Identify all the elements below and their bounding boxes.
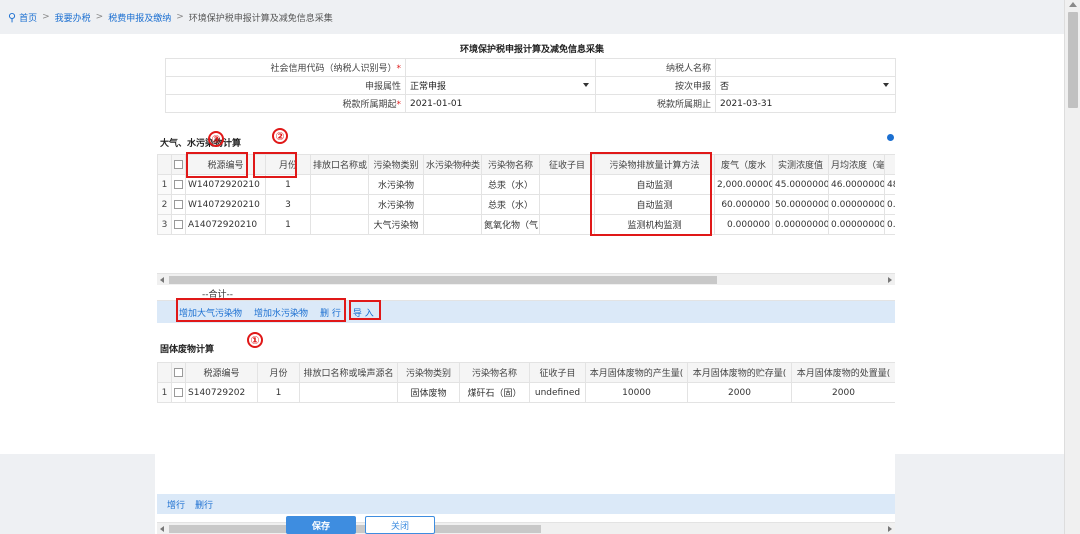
page-scrollbar-thumb[interactable] <box>1068 12 1078 108</box>
col-outlet-or-noise-source: 排放口名称或噪声源名 <box>299 362 398 383</box>
period-start-field[interactable]: 2021-01-01 <box>405 94 596 113</box>
save-button[interactable]: 保存 <box>286 516 356 534</box>
form-title: 环境保护税申报计算及减免信息采集 <box>459 45 604 55</box>
table-row[interactable]: 1 S140729202 1 固体废物 煤矸石（固） undefined 100… <box>157 382 895 403</box>
col-pollutant-category: 污染物类别 <box>368 154 424 175</box>
col-sub-item: 征收子目 <box>529 362 586 383</box>
scroll-right-arrow-icon[interactable] <box>888 277 892 283</box>
annotation-box-month <box>253 152 297 178</box>
col-month: 月份 <box>257 362 300 383</box>
breadcrumb-home[interactable]: 首页 <box>19 11 37 24</box>
annotation-marker-2: ② <box>272 128 288 144</box>
period-start-label: 税款所属期起* <box>165 94 406 113</box>
annotation-marker-3: ③ <box>208 131 224 147</box>
annotation-box-add-buttons <box>176 298 346 322</box>
taxpayer-info-table: 社会信用代码（纳税人识别号）* 纳税人名称 申报属性 正常申报 按次申报 否 税… <box>165 58 896 113</box>
row-checkbox[interactable] <box>174 387 183 397</box>
col-source-id: 税源编号 <box>185 362 258 383</box>
taxpayer-name-label: 纳税人名称 <box>595 58 716 77</box>
solid-waste-hscrollbar[interactable] <box>157 522 895 534</box>
breadcrumb-separator: > <box>95 12 104 22</box>
declare-attr-select[interactable]: 正常申报 <box>405 76 596 95</box>
close-button[interactable]: 关闭 <box>365 516 435 534</box>
air-water-hscrollbar[interactable] <box>157 273 895 285</box>
col-sub-item: 征收子目 <box>539 154 595 175</box>
by-times-select[interactable]: 否 <box>715 76 896 95</box>
declare-attr-label: 申报属性 <box>165 76 406 95</box>
col-stored: 本月固体废物的贮存量( <box>687 362 792 383</box>
annotation-box-import <box>349 300 381 320</box>
breadcrumb-current: 环境保护税申报计算及减免信息采集 <box>188 13 333 24</box>
table-row[interactable]: 2 W14072920210 3 水污染物 总汞（水） 自动监测 60.0000… <box>157 194 895 215</box>
location-pin-icon: ⚲ <box>8 10 17 24</box>
col-produced: 本月固体废物的产生量( <box>585 362 688 383</box>
breadcrumb-tax-declare[interactable]: 税费申报及缴纳 <box>108 11 171 24</box>
col-water-pollutant-type: 水污染物种类 <box>423 154 482 175</box>
checkbox[interactable] <box>174 159 183 169</box>
col-disposed: 本月固体废物的处置量( <box>791 362 895 383</box>
col-gas-volume: 废气（废水 <box>714 154 773 175</box>
solid-waste-grid: 税源编号 月份 排放口名称或噪声源名 污染物类别 污染物名称 征收子目 本月固体… <box>157 362 895 408</box>
col-pollutant-name: 污染物名称 <box>481 154 540 175</box>
scroll-right-arrow-icon[interactable] <box>888 526 892 532</box>
breadcrumb: ⚲ 首页 > 我要办税 > 税费申报及缴纳 > 环境保护税申报计算及减免信息采集 <box>0 0 1064 34</box>
annotation-marker-1: ① <box>247 332 263 348</box>
credit-code-field[interactable] <box>405 58 596 77</box>
header-select-all[interactable] <box>171 154 186 175</box>
air-water-section-title: 大气、水污染物计算 <box>160 139 242 149</box>
scroll-left-arrow-icon[interactable] <box>160 277 164 283</box>
header-rownum <box>157 362 172 383</box>
taxpayer-name-field[interactable] <box>715 58 896 77</box>
delete-row-button[interactable]: 删行 <box>195 498 213 511</box>
col-outlet-name: 排放口名称或 <box>310 154 369 175</box>
scroll-left-arrow-icon[interactable] <box>160 526 164 532</box>
checkbox[interactable] <box>174 367 183 377</box>
col-monthly-avg-conc: 月均浓度（毫 <box>828 154 885 175</box>
credit-code-label: 社会信用代码（纳税人识别号）* <box>165 58 406 77</box>
col-pollutant-name: 污染物名称 <box>459 362 530 383</box>
page-scrollbar[interactable] <box>1064 0 1080 534</box>
col-last: 最 <box>884 154 895 175</box>
annotation-box-calc-method <box>590 152 712 236</box>
row-checkbox[interactable] <box>174 199 183 209</box>
dropdown-caret-icon <box>883 83 889 87</box>
col-measured-conc: 实测浓度值 <box>772 154 829 175</box>
header-select-all[interactable] <box>171 362 186 383</box>
annotation-box-source-id <box>186 152 248 178</box>
by-times-label: 按次申报 <box>595 76 716 95</box>
air-water-hscroll-thumb[interactable] <box>169 276 717 284</box>
period-end-field[interactable]: 2021-03-31 <box>715 94 896 113</box>
breadcrumb-my-tax[interactable]: 我要办税 <box>55 11 91 24</box>
header-rownum <box>157 154 172 175</box>
solid-waste-section-title: 固体废物计算 <box>160 345 215 355</box>
breadcrumb-separator: > <box>42 12 50 22</box>
table-row[interactable]: 3 A14072920210 1 大气污染物 氮氧化物（气 监测机构监测 0.0… <box>157 214 895 235</box>
breadcrumb-separator: > <box>176 12 184 22</box>
scroll-up-arrow-icon[interactable] <box>1069 2 1077 7</box>
solid-waste-toolbar: 增行 删行 <box>157 494 895 514</box>
add-row-button[interactable]: 增行 <box>167 498 185 511</box>
add-circle-icon[interactable] <box>887 134 894 141</box>
row-checkbox[interactable] <box>174 219 183 229</box>
row-checkbox[interactable] <box>174 179 183 189</box>
dropdown-caret-icon <box>583 83 589 87</box>
col-pollutant-category: 污染物类别 <box>397 362 460 383</box>
period-end-label: 税款所属期止 <box>595 94 716 113</box>
